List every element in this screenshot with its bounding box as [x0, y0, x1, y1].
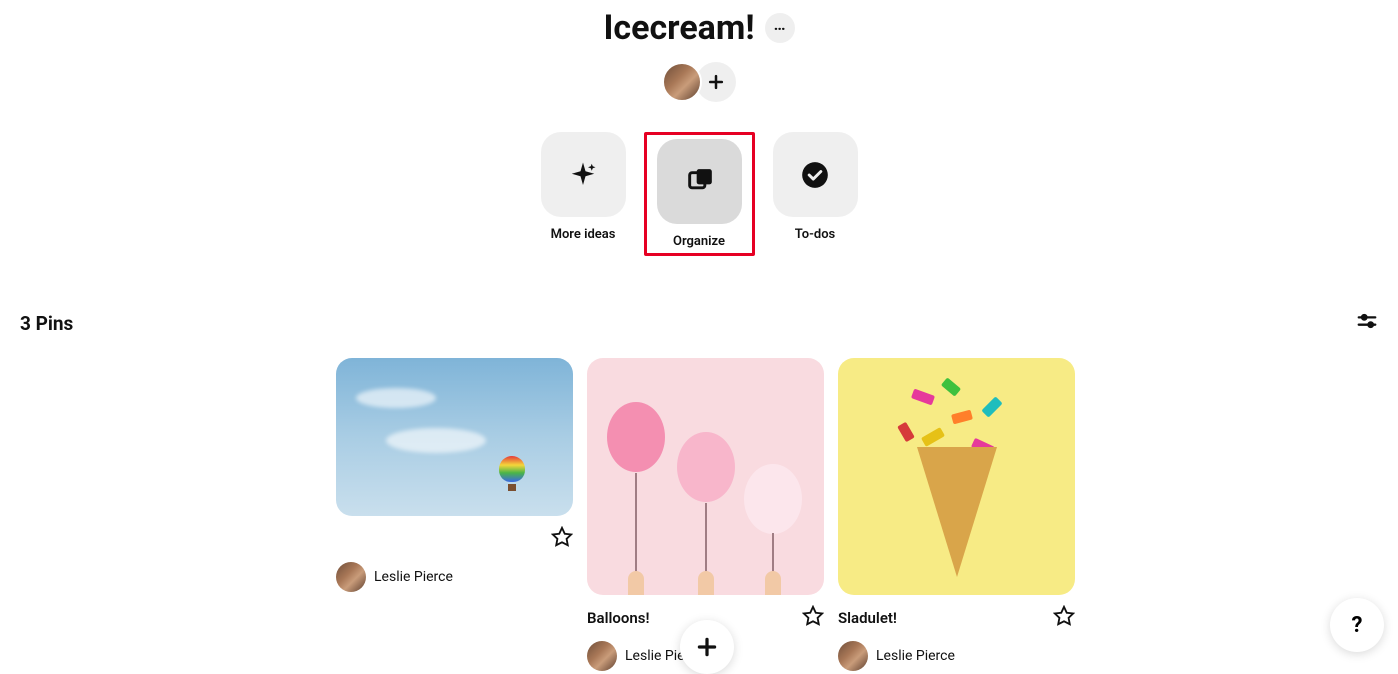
- pin-card[interactable]: Leslie Pierce: [336, 358, 573, 592]
- todos-label: To-dos: [795, 227, 836, 242]
- board-title: Icecream!: [603, 8, 754, 48]
- author-name: Leslie Pierce: [374, 569, 453, 585]
- sliders-icon: [1356, 310, 1378, 332]
- author-avatar: [838, 641, 868, 671]
- title-row: Icecream! …: [0, 8, 1398, 48]
- organize-highlight: Organize: [644, 132, 755, 256]
- sparkle-icon: [568, 160, 598, 190]
- pin-titlebar: [336, 526, 573, 552]
- author-avatar: [587, 641, 617, 671]
- star-icon: [551, 526, 573, 548]
- plus-icon: [706, 72, 726, 92]
- pin-author[interactable]: Leslie Pierce: [838, 641, 1075, 671]
- check-circle-icon: [801, 161, 829, 189]
- hot-air-balloon-graphic: [499, 456, 525, 482]
- dots-icon: …: [774, 17, 786, 33]
- add-collaborator-button[interactable]: [696, 62, 736, 102]
- author-avatar: [336, 562, 366, 592]
- pin-author[interactable]: Leslie Pierce: [336, 562, 573, 592]
- star-icon: [1053, 605, 1075, 627]
- pin-title: Sladulet!: [838, 609, 897, 627]
- filter-button[interactable]: [1356, 310, 1378, 336]
- favorite-button[interactable]: [1053, 605, 1075, 631]
- pins-count: 3 Pins: [20, 312, 73, 335]
- pin-title: Balloons!: [587, 609, 649, 627]
- more-ideas-label: More ideas: [551, 227, 616, 242]
- pin-image: [587, 358, 824, 595]
- pin-card[interactable]: Sladulet! Leslie Pierce: [838, 358, 1075, 671]
- organize-action[interactable]: Organize: [651, 139, 748, 249]
- organize-label: Organize: [673, 234, 725, 249]
- question-icon: ?: [1352, 613, 1363, 638]
- more-ideas-action[interactable]: More ideas: [535, 132, 632, 256]
- owner-avatar[interactable]: [662, 62, 702, 102]
- favorite-button[interactable]: [802, 605, 824, 631]
- todos-action[interactable]: To-dos: [767, 132, 864, 256]
- pin-image: [838, 358, 1075, 595]
- board-header: Icecream! … More ideas: [0, 0, 1398, 256]
- plus-icon: [694, 634, 720, 660]
- star-icon: [802, 605, 824, 627]
- pin-titlebar: Sladulet!: [838, 605, 1075, 631]
- board-options-button[interactable]: …: [765, 13, 795, 43]
- author-name: Leslie Pierce: [876, 648, 955, 664]
- board-action-row: More ideas Organize To-dos: [0, 132, 1398, 256]
- collaborators-row: [0, 62, 1398, 102]
- help-fab[interactable]: ?: [1330, 598, 1384, 652]
- pins-bar: 3 Pins: [0, 310, 1398, 336]
- pin-image: [336, 358, 573, 516]
- organize-icon: [685, 168, 713, 196]
- favorite-button[interactable]: [551, 526, 573, 552]
